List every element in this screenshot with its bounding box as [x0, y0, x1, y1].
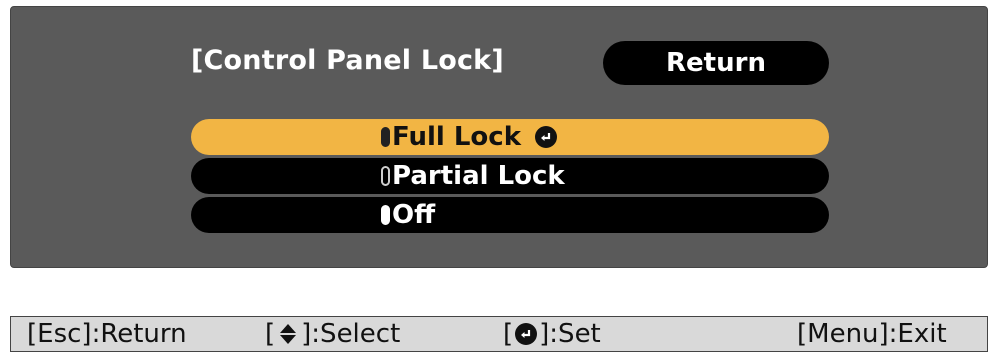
- esc-action: :Return: [91, 319, 187, 349]
- esc-hint: [Esc] :Return: [27, 317, 187, 351]
- set-hint: [ ]:Set: [503, 317, 601, 351]
- key-help-bar: [Esc] :Return [ ]:Select [ ]:Set [Menu]:…: [10, 316, 988, 352]
- up-down-icon: [277, 322, 299, 346]
- option-label: Off: [392, 200, 436, 230]
- set-action: ]:Set: [539, 319, 601, 349]
- select-hint: [ ]:Select: [265, 317, 400, 351]
- select-action: ]:Select: [301, 319, 401, 349]
- menu-hint: [Menu]:Exit: [797, 317, 947, 351]
- dialog-title: [Control Panel Lock]: [191, 45, 504, 76]
- option-partial-lock[interactable]: Partial Lock: [191, 158, 829, 194]
- select-bracket: [: [265, 319, 276, 349]
- option-label: Full Lock: [392, 122, 521, 152]
- control-panel-lock-dialog: [Control Panel Lock] Return Full Lock Pa…: [10, 6, 988, 268]
- return-button[interactable]: Return: [603, 41, 829, 85]
- set-bracket: [: [503, 319, 514, 349]
- esc-key: [Esc]: [27, 319, 92, 349]
- lock-options-list: Full Lock Partial Lock Off: [191, 119, 829, 236]
- radio-indicator: [381, 166, 390, 186]
- enter-icon: [515, 323, 538, 345]
- option-full-lock[interactable]: Full Lock: [191, 119, 829, 155]
- menu-exit: [Menu]:Exit: [797, 319, 947, 349]
- radio-indicator: [381, 205, 390, 225]
- option-off[interactable]: Off: [191, 197, 829, 233]
- enter-icon: [534, 126, 557, 148]
- option-label: Partial Lock: [392, 161, 565, 191]
- radio-indicator: [381, 127, 390, 147]
